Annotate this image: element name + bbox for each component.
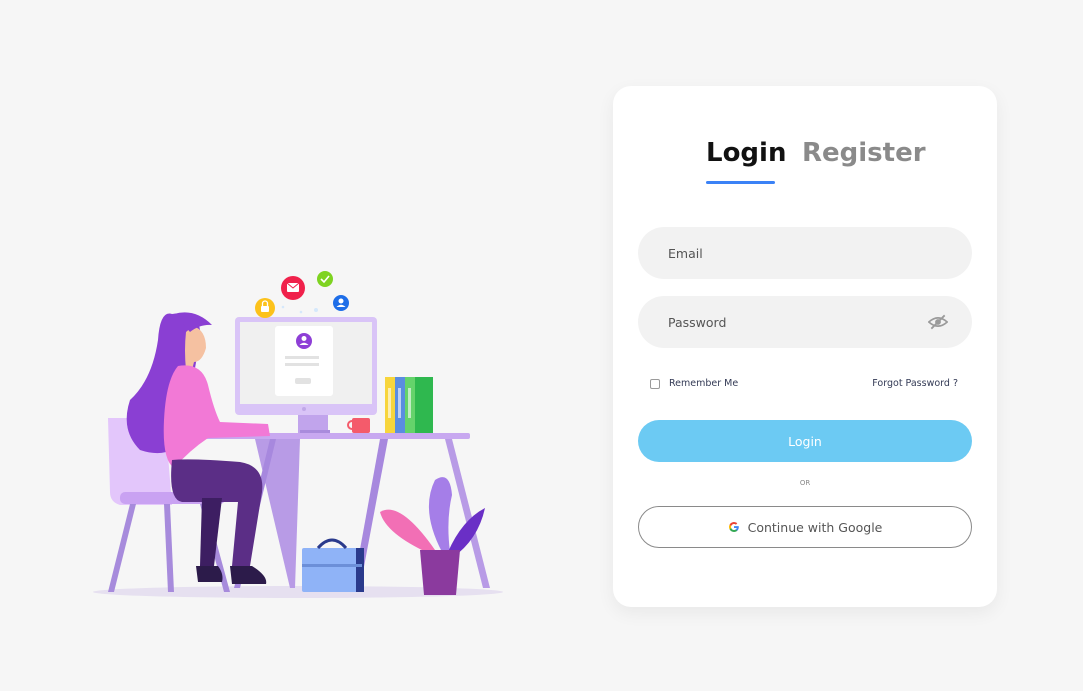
remember-me-label: Remember Me (669, 378, 739, 389)
tab-login[interactable]: Login (706, 138, 786, 168)
remember-me-toggle[interactable]: Remember Me (650, 378, 738, 389)
google-button-label: Continue with Google (747, 519, 883, 535)
binder-green (415, 377, 433, 433)
remember-me-checkbox[interactable] (650, 378, 660, 389)
plant-leaf-pink (380, 509, 435, 556)
tab-register[interactable]: Register (802, 138, 926, 168)
desk-leg-left (255, 439, 300, 588)
forgot-password-link[interactable]: Forgot Password ? (872, 378, 958, 389)
plant-leaf-purple-tall (428, 477, 452, 552)
email-input[interactable] (638, 227, 972, 279)
check-icon-bubble (317, 271, 333, 287)
active-tab-indicator (706, 181, 775, 184)
password-field-wrapper (638, 296, 972, 348)
login-button[interactable]: Login (638, 420, 972, 462)
password-input[interactable] (638, 296, 972, 348)
form-options-row: Remember Me Forgot Password ? (650, 376, 960, 392)
woman-shoe-1 (196, 566, 223, 582)
chair-leg-2 (164, 504, 174, 592)
email-field-wrapper (638, 227, 972, 279)
workspace-illustration (93, 271, 503, 598)
continue-with-google-button[interactable]: Continue with Google (638, 506, 972, 548)
mug (352, 418, 370, 433)
briefcase (302, 548, 362, 592)
auth-tabs: Login Register (613, 138, 997, 188)
chair-leg-1 (108, 504, 136, 592)
google-logo-icon (728, 522, 739, 532)
woman-shoe-2 (230, 566, 267, 584)
auth-card: Login Register Remember Me Forgot Passwo… (613, 86, 997, 607)
or-divider-label: OR (799, 479, 811, 487)
eye-slash-icon[interactable] (928, 313, 948, 331)
plant-pot (420, 550, 460, 595)
